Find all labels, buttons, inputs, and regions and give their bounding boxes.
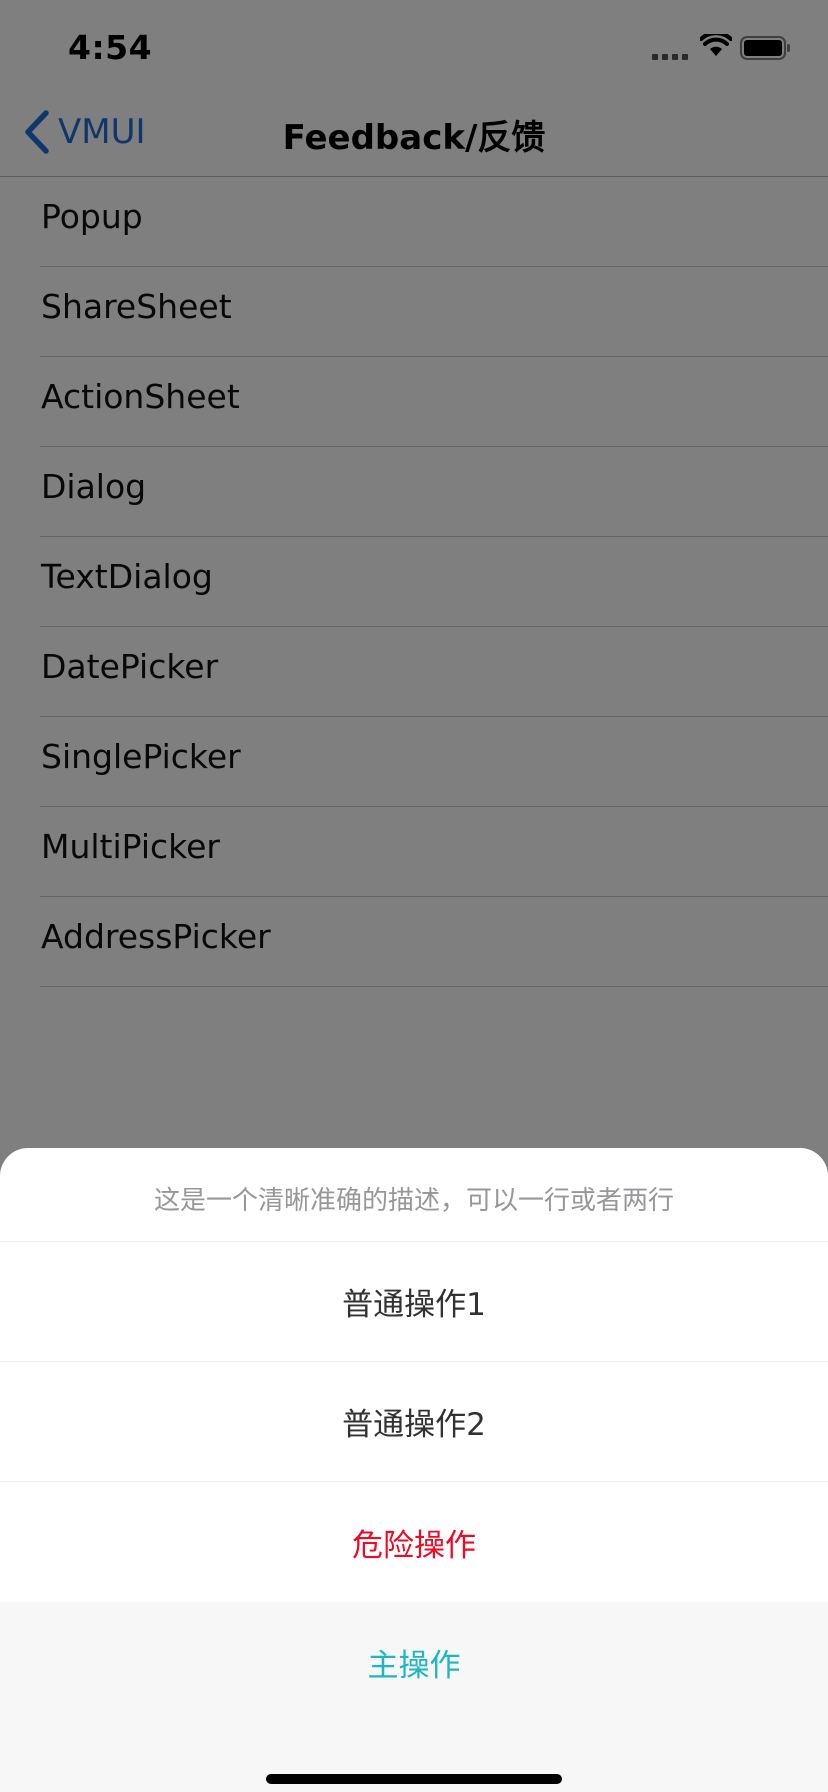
- action-sheet-description: 这是一个清晰准确的描述，可以一行或者两行: [0, 1148, 828, 1242]
- action-sheet: 这是一个清晰准确的描述，可以一行或者两行 普通操作1 普通操作2 危险操作 主操…: [0, 1148, 828, 1792]
- action-normal-1-button[interactable]: 普通操作1: [0, 1242, 828, 1362]
- home-indicator[interactable]: [266, 1774, 562, 1784]
- action-danger-button[interactable]: 危险操作: [0, 1482, 828, 1602]
- action-normal-2-button[interactable]: 普通操作2: [0, 1362, 828, 1482]
- action-primary-button[interactable]: 主操作: [0, 1602, 828, 1722]
- safe-area: [0, 1722, 828, 1792]
- screen: 4:54 VMUI Feedback/反馈 Popup: [0, 0, 828, 1792]
